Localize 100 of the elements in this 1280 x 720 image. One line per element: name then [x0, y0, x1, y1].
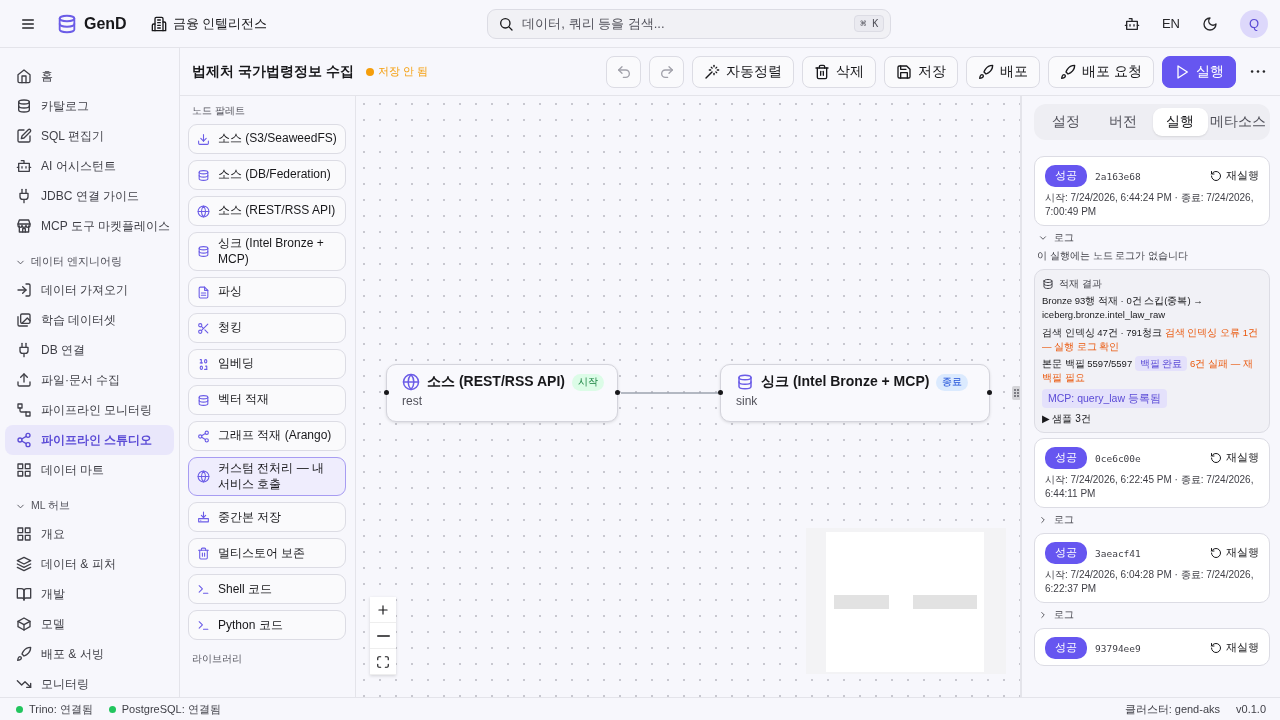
search-icon [498, 15, 515, 32]
palette-item[interactable]: Shell 코드 [188, 574, 346, 605]
input-handle[interactable] [718, 390, 723, 395]
palette-item[interactable]: Python 코드 [188, 610, 346, 641]
chevron-right-icon [1038, 610, 1048, 621]
store-icon [16, 218, 32, 234]
palette-item[interactable]: 소스 (DB/Federation) [188, 160, 346, 190]
robot-icon [1123, 15, 1140, 32]
sidebar-item[interactable]: 데이터 마트 [5, 455, 174, 485]
fit-view-icon [376, 654, 390, 669]
workspace-name[interactable]: 금융 인텔리전스 [172, 14, 268, 33]
sidebar-item[interactable]: 카탈로그 [5, 91, 174, 121]
rerun-button[interactable]: 재실행 [1210, 641, 1259, 656]
samples-toggle[interactable]: ▶ 샘플 3건 [1042, 411, 1262, 427]
panel-tab[interactable]: 설정 [1038, 108, 1094, 136]
sidebar-item[interactable]: 개요 [5, 519, 174, 549]
sidebar-item[interactable]: 배포 & 서빙 [5, 639, 174, 669]
search-field[interactable]: 데이터, 쿼리 등을 검색... [520, 15, 849, 32]
rotate-icon [1210, 452, 1222, 465]
rerun-button[interactable]: 재실행 [1210, 451, 1259, 466]
palette-item[interactable]: 청킹 [188, 313, 346, 344]
panel-tab[interactable]: 버전 [1095, 108, 1151, 136]
save-icon [896, 63, 913, 80]
toolbar-button[interactable]: 저장 [884, 55, 959, 88]
rerun-button[interactable]: 재실행 [1210, 546, 1259, 561]
zoom-in-button[interactable] [370, 597, 396, 623]
sidebar-item[interactable]: 개발 [5, 579, 174, 609]
rerun-button[interactable]: 재실행 [1210, 169, 1259, 183]
sidebar-item[interactable]: 파이프라인 스튜디오 [5, 425, 174, 455]
palette-item[interactable]: 파싱 [188, 277, 346, 308]
sidebar-item[interactable]: SQL 편집기 [5, 121, 174, 151]
panel-tab[interactable]: 실행 [1152, 108, 1208, 136]
palette-item[interactable]: 임베딩 [188, 349, 346, 380]
fit-view-button[interactable] [370, 649, 396, 675]
sidebar-item[interactable]: JDBC 연결 가이드 [5, 181, 174, 211]
box-icon [16, 616, 32, 632]
language-button[interactable]: EN [1161, 16, 1180, 31]
section-header[interactable]: 데이터 엔지니어링 [5, 241, 174, 275]
sidebar-item[interactable]: DB 연결 [5, 335, 174, 365]
rotate-icon [1210, 170, 1222, 182]
palette-item[interactable]: 소스 (REST/RSS API) [188, 196, 346, 226]
sidebar-item[interactable]: 파이프라인 모니터링 [5, 395, 174, 425]
run-time: 시작: 7/24/2026, 6:22:45 PM · 종료: 7/24/2026, 6:44:11 PM [1045, 473, 1255, 502]
palette-item[interactable]: 중간본 저장 [188, 502, 346, 533]
toolbar-button[interactable]: 삭제 [802, 55, 877, 88]
sidebar-item[interactable]: 데이터 가져오기 [5, 275, 174, 305]
database-icon [56, 12, 78, 35]
theme-button[interactable] [1202, 15, 1218, 32]
sidebar-item[interactable]: MCP 도구 마켓플레이스 [5, 211, 174, 241]
terminal-icon [197, 618, 210, 632]
sidebar-item[interactable]: 모니터링 [5, 669, 174, 697]
sidebar-item[interactable]: 파일·문서 수집 [5, 365, 174, 395]
output-handle[interactable] [987, 390, 992, 395]
pipeline-node[interactable]: 소스 (REST/RSS API) 시작 rest [386, 364, 618, 422]
download-icon [197, 132, 210, 146]
search-bar[interactable]: 데이터, 쿼리 등을 검색... ⌘ K [487, 8, 892, 39]
toolbar-button[interactable]: 실행 [1162, 55, 1236, 88]
toolbar-button[interactable]: 배포 요청 [1048, 55, 1154, 88]
palette-item[interactable]: 벡터 적재 [188, 385, 346, 416]
sidebar-item[interactable]: 데이터 & 피처 [5, 549, 174, 579]
trash-icon [814, 63, 831, 80]
section-header[interactable]: ML 허브 [5, 485, 174, 519]
resize-handle[interactable] [1012, 386, 1020, 400]
zoom-out-button[interactable] [370, 623, 396, 649]
assistant-button[interactable] [1123, 15, 1140, 32]
connection-status: Trino: 연결됨 [29, 701, 93, 717]
run-id: 93794ee9 [1095, 642, 1141, 654]
input-handle[interactable] [384, 390, 389, 395]
layers-icon [16, 556, 32, 572]
brand-name: GenD [84, 14, 127, 33]
run-time: 시작: 7/24/2026, 6:44:24 PM · 종료: 7/24/2026, 7:00:49 PM [1045, 191, 1255, 219]
pipeline-node[interactable]: 싱크 (Intel Bronze + MCP) 종료 sink [720, 364, 990, 422]
log-toggle[interactable]: 로그 [1034, 603, 1270, 626]
palette-item[interactable]: 커스텀 전처리 — 내 서비스 호출 [188, 457, 346, 497]
log-toggle[interactable]: 로그 [1034, 508, 1270, 531]
palette-item[interactable]: 싱크 (Intel Bronze + MCP) [188, 232, 346, 272]
shortcut-hint: ⌘ K [854, 15, 885, 32]
log-toggle[interactable]: 로그 [1034, 226, 1270, 248]
more-button[interactable] [1250, 70, 1266, 73]
more-icon [1250, 70, 1266, 73]
toolbar-button[interactable]: 자동정렬 [692, 55, 795, 88]
run-id: 3aeacf41 [1095, 547, 1141, 559]
chevron-right-icon [1038, 515, 1048, 526]
output-handle[interactable] [615, 390, 620, 395]
palette-item[interactable]: 그래프 적재 (Arango) [188, 421, 346, 452]
workflow-icon [16, 402, 32, 418]
palette-item[interactable]: 소스 (S3/SeaweedFS) [188, 124, 346, 154]
result-line: 본문 백필 5597/5597 백필 완료 6건 실패 — 재백필 필요 [1042, 357, 1254, 386]
upload-icon [16, 372, 32, 388]
rotate-icon [1210, 547, 1222, 560]
user-avatar[interactable]: Q [1240, 9, 1268, 38]
sidebar-item[interactable]: 학습 데이터셋 [5, 305, 174, 335]
sidebar-item[interactable]: 모델 [5, 609, 174, 639]
palette-item[interactable]: 멀티스토어 보존 [188, 538, 346, 569]
run-id: 2a163e68 [1095, 170, 1141, 182]
panel-tab[interactable]: 메타소스 [1210, 108, 1266, 136]
sidebar-item[interactable]: 홈 [5, 61, 174, 91]
database-icon [197, 393, 210, 407]
sidebar-item[interactable]: AI 어시스턴트 [5, 151, 174, 181]
toolbar-button[interactable]: 배포 [966, 55, 1041, 88]
